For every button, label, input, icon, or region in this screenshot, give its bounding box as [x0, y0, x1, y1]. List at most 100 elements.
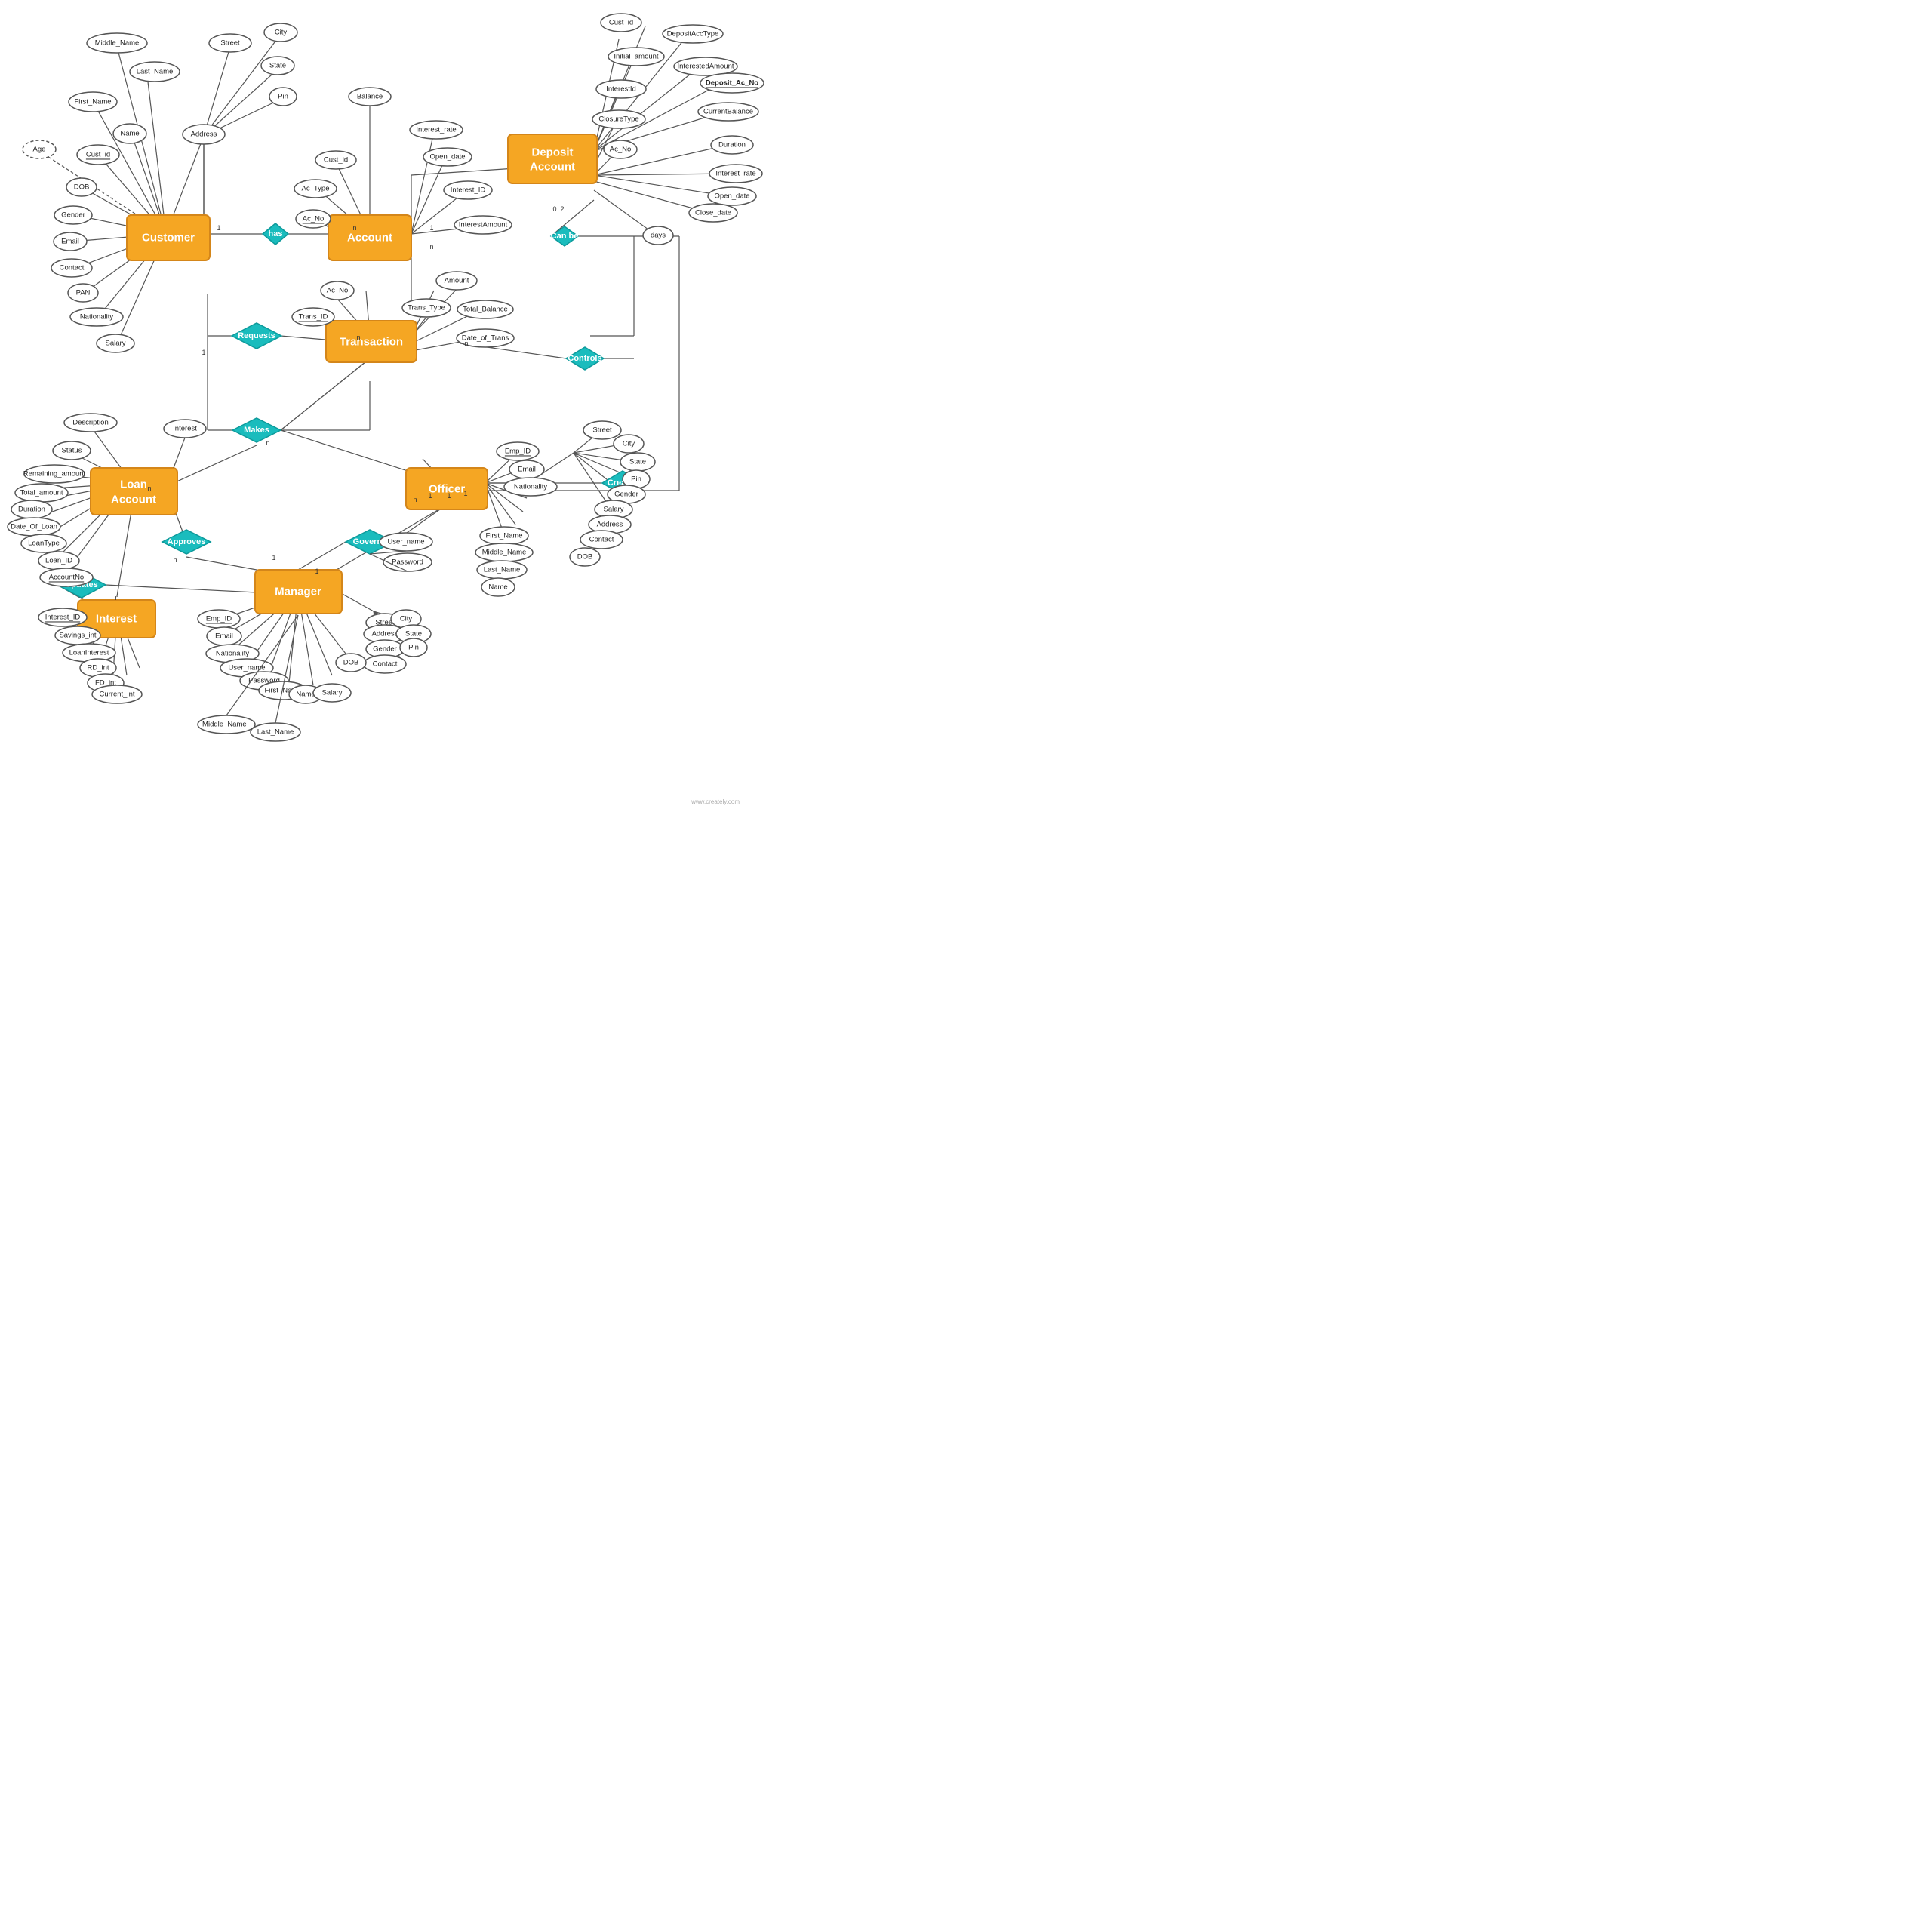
attr-trans-type-text: Trans_Type [408, 304, 445, 312]
entity-deposit-label2: Account [530, 161, 575, 174]
entity-loan-label1: Loan [120, 478, 147, 491]
entity-customer-label: Customer [142, 232, 195, 245]
attr-current-balance-text: CurrentBalance [703, 108, 753, 116]
attr-open-date-dep-text: Open_date [714, 192, 749, 201]
attr-trans-id-text: Trans_ID [299, 313, 328, 321]
rel-controls-label: Controls [568, 354, 601, 363]
attr-nationality-off-text: Nationality [514, 483, 548, 491]
card-off-n: n [413, 496, 417, 503]
attr-state-text: State [269, 62, 286, 70]
entity-account-label: Account [347, 232, 392, 245]
attr-duration-dep-text: Duration [718, 141, 746, 149]
attr-interested-amount-text: InterestedAmount [678, 63, 734, 71]
attr-contact-off-text: Contact [589, 536, 614, 544]
attr-interest-la-text: Interest [173, 425, 197, 433]
attr-close-date-dep-text: Close_date [695, 209, 731, 217]
attr-nationality-mgr-text: Nationality [216, 650, 250, 658]
attr-balance-text: Balance [357, 93, 383, 101]
entity-transaction-label: Transaction [340, 336, 403, 349]
attr-gender-cust-text: Gender [61, 211, 85, 220]
attr-loan-interest-text: LoanInterest [69, 649, 109, 657]
attr-interest-amount-acc-text: InterestAmount [459, 221, 508, 229]
attr-pin-text: Pin [278, 93, 288, 101]
attr-last-name-off-text: Last_Name [484, 566, 521, 574]
attr-email-mgr-text: Email [215, 632, 233, 641]
entity-deposit-label1: Deposit [531, 146, 573, 159]
attr-email-cust-text: Email [61, 238, 79, 246]
card-acc-dep-1: 1 [429, 224, 433, 232]
attr-street-text: Street [220, 39, 240, 48]
attr-interest-id-acc-text: Interest_ID [451, 186, 486, 195]
attr-open-date-acc-text: Open_date [429, 153, 465, 162]
card-upd-n: n [115, 594, 118, 601]
card-acc-dep-n: n [429, 243, 433, 251]
attr-pan-text: PAN [76, 289, 91, 297]
attr-rd-int-text: RD_int [87, 664, 109, 672]
attr-contact-cust-text: Contact [60, 264, 85, 272]
attr-initial-amount-text: Initial_amount [614, 53, 659, 61]
attr-city-text: City [275, 29, 288, 37]
attr-current-int-text: Current_int [100, 691, 135, 699]
attr-salary-off-text: Salary [604, 506, 624, 514]
attr-salary-cust-text: Salary [106, 340, 126, 348]
attr-middle-name-mgr-text: Middle_Name_ [202, 721, 251, 729]
card-app-n: n [147, 485, 151, 492]
attr-address-off-text: Address [597, 521, 623, 529]
entity-loan-label2: Account [111, 494, 156, 506]
attr-emp-id-off-text: Emp_ID [505, 448, 531, 456]
attr-remaining-amt-text: Remaining_amount [23, 470, 86, 478]
attr-total-amt-text: Total_amount [20, 489, 63, 497]
card-mgr-1a: 1 [272, 554, 275, 561]
card-off-1a: 1 [428, 492, 432, 500]
attr-interest-id-dep-text: InterestId [606, 85, 636, 94]
attr-middle-name-text: Middle_Name [95, 39, 140, 48]
card-dep-02: 0..2 [552, 205, 564, 213]
attr-city-off-text: City [623, 440, 635, 448]
attr-name-mgr-text: Name [296, 691, 315, 699]
card-has-n: n [352, 224, 356, 232]
card-off-1c: 1 [463, 490, 467, 497]
attr-days-dep-text: days [651, 232, 666, 240]
attr-state-mgr-text: State [405, 630, 422, 638]
attr-state-off-text: State [629, 458, 646, 466]
attr-middle-name-off-text: Middle_Name [482, 549, 527, 557]
attr-date-of-trans-text: Date_of_Trans [462, 334, 509, 343]
attr-address-text: Address [191, 131, 217, 139]
attr-name-text: Name [120, 130, 139, 138]
card-makes-n1: n [266, 439, 269, 447]
watermark: www.creately.com [691, 798, 740, 805]
attr-closure-type-text: ClosureType [598, 115, 638, 124]
attr-dob-off-text: DOB [577, 553, 593, 561]
attr-interest-id-int-text: Interest_ID [45, 614, 81, 622]
card-off-1b: 1 [447, 492, 451, 500]
attr-cust-id-acc-text: Cust_id [324, 156, 348, 165]
attr-password-gov-text: Password [392, 558, 423, 567]
entity-interest-label: Interest [96, 613, 137, 626]
attr-ac-no-trans-text: Ac_No [327, 287, 349, 295]
attr-ac-no-text: Ac_No [303, 215, 325, 223]
card-ctrl-n: n [464, 340, 468, 347]
rel-has-label: has [269, 229, 283, 238]
rel-canbe-label: Can be [551, 232, 579, 241]
entity-manager-label: Manager [275, 586, 321, 598]
attr-deposit-acc-type-text: DepositAccType [667, 30, 719, 38]
attr-salary-mgr-text: Salary [322, 689, 343, 697]
attr-age-text: Age [33, 146, 46, 154]
attr-emp-id-mgr-text: Emp_ID [206, 615, 232, 623]
attr-loan-type-text: LoanType [28, 540, 60, 548]
attr-last-name-text: Last_Name [137, 68, 174, 76]
attr-first-name-off-text: First_Name [485, 532, 522, 540]
attr-deposit-ac-no-text: Deposit_Ac_No [706, 79, 758, 88]
card-has-1: 1 [217, 224, 220, 232]
attr-gender-mgr-text: Gender [373, 645, 397, 654]
attr-city-mgr-text: City [400, 615, 413, 623]
attr-loan-id-text: Loan_ID [45, 557, 72, 565]
attr-account-no-loan-text: AccountNo [49, 574, 84, 582]
attr-name-off-text: Name [488, 583, 507, 592]
rel-approves-label: Approves [168, 537, 206, 546]
attr-pin-off-text: Pin [631, 475, 641, 484]
attr-address-mgr-text: Address [372, 630, 398, 638]
attr-interest-rate-dep-text: Interest_rate [715, 170, 755, 178]
attr-cust-id-dep-text: Cust_id [609, 19, 633, 27]
attr-last-name-mgr-text: Last_Name [257, 728, 294, 737]
